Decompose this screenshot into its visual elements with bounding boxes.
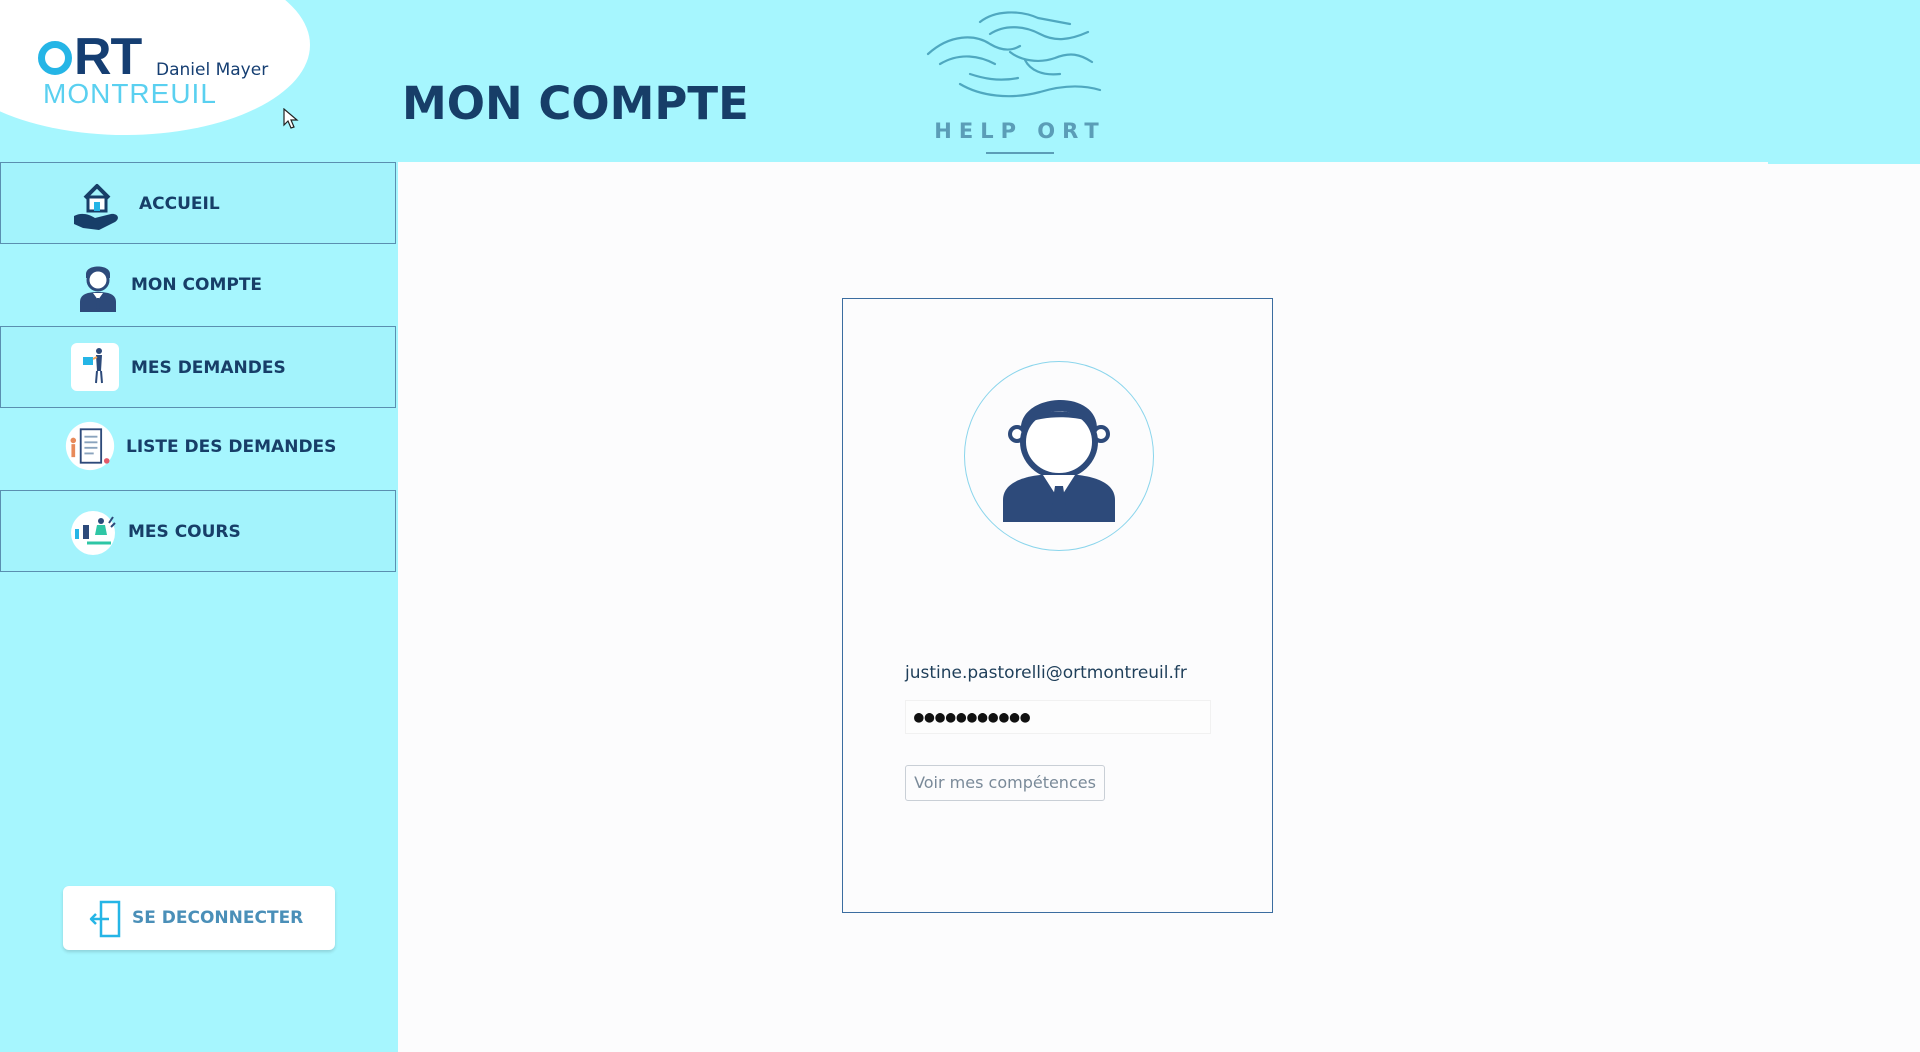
email-text: justine.pastorelli@ortmontreuil.fr xyxy=(905,663,1187,683)
sidebar-item-label: ACCUEIL xyxy=(139,194,220,214)
help-ort-logo: HELP ORT xyxy=(920,4,1120,160)
montreuil-text: MONTREUIL xyxy=(43,78,217,109)
logout-label: SE DECONNECTER xyxy=(132,908,304,928)
account-card: justine.pastorelli@ortmontreuil.fr Voir … xyxy=(842,298,1273,913)
logout-door-icon xyxy=(89,900,121,938)
sidebar-item-mes-demandes[interactable]: MES DEMANDES xyxy=(0,326,396,408)
sidebar-item-label: LISTE DES DEMANDES xyxy=(126,437,337,457)
sidebar: ACCUEIL MON COMPTE MES DEMANDES LISTE DE… xyxy=(0,162,398,1052)
logout-button[interactable]: SE DECONNECTER xyxy=(63,886,335,950)
sidebar-item-mes-cours[interactable]: MES COURS xyxy=(0,490,396,572)
courses-illustration-icon xyxy=(67,503,119,559)
avatar xyxy=(964,361,1154,551)
handshake-icon xyxy=(926,11,1102,98)
ort-wordmark: RT xyxy=(38,28,142,86)
view-skills-button[interactable]: Voir mes compétences xyxy=(905,765,1105,801)
user-icon xyxy=(72,256,124,312)
requests-illustration-icon xyxy=(69,339,121,395)
ort-o-ring xyxy=(38,41,72,75)
sidebar-item-label: MES COURS xyxy=(128,522,241,542)
request-list-illustration-icon xyxy=(64,418,116,474)
top-header: RT Daniel Mayer MONTREUIL MON COMPTE HEL… xyxy=(0,0,1920,162)
password-field[interactable] xyxy=(905,700,1211,734)
ort-letters: RT xyxy=(74,28,142,86)
sidebar-item-liste-des-demandes[interactable]: LISTE DES DEMANDES xyxy=(0,408,396,490)
daniel-mayer-text: Daniel Mayer xyxy=(156,60,269,80)
page-title: MON COMPTE xyxy=(402,77,749,130)
user-avatar-icon xyxy=(1003,399,1115,522)
sidebar-item-label: MES DEMANDES xyxy=(131,358,286,378)
sidebar-item-label: MON COMPTE xyxy=(131,275,263,295)
help-ort-text: HELP ORT xyxy=(934,119,1106,143)
mouse-cursor-icon xyxy=(283,108,299,129)
house-hand-icon xyxy=(71,176,123,232)
ort-montreuil-logo: RT Daniel Mayer MONTREUIL xyxy=(38,28,298,112)
sidebar-item-accueil[interactable]: ACCUEIL xyxy=(0,162,396,244)
header-edge xyxy=(1768,162,1920,164)
sidebar-item-mon-compte[interactable]: MON COMPTE xyxy=(0,244,396,326)
help-ort-underline xyxy=(986,152,1054,154)
